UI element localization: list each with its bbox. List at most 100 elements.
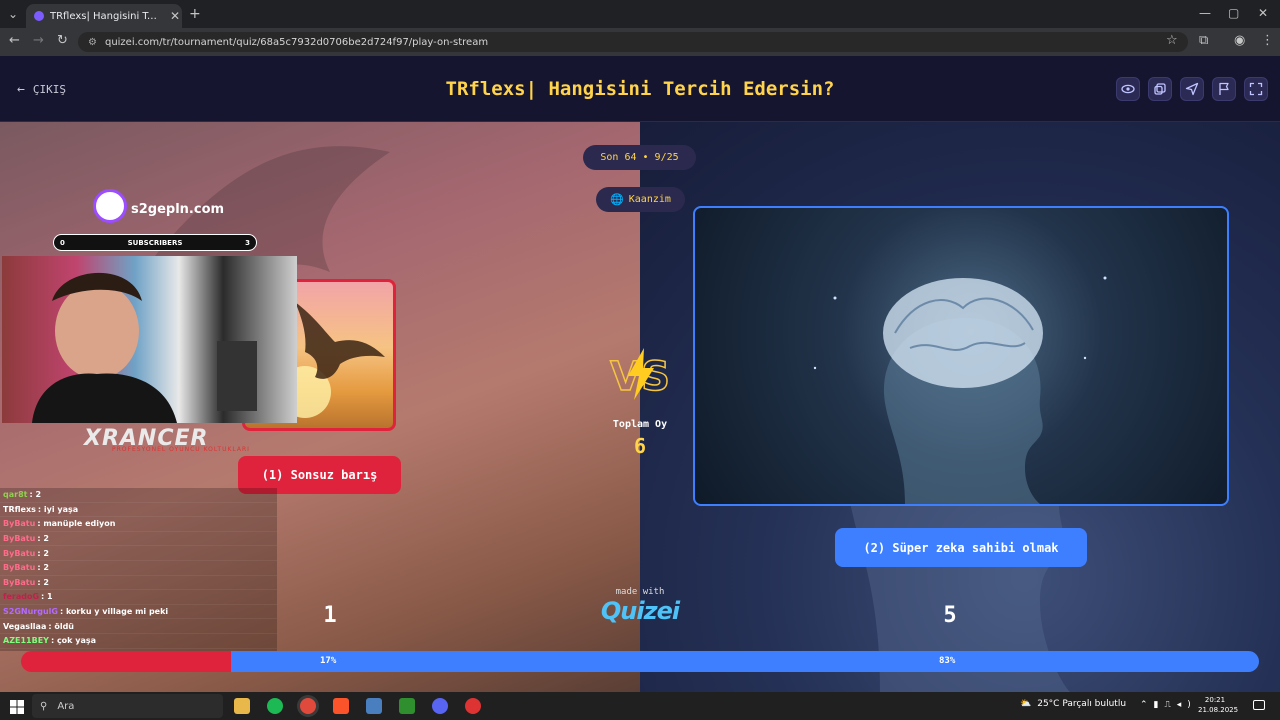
notifications-icon[interactable] <box>1253 700 1265 710</box>
vs-lightning-icon: VS <box>609 348 671 401</box>
vote-share-bar <box>21 651 1259 672</box>
vs-badge: VS <box>608 346 672 402</box>
maximize-icon[interactable]: ▢ <box>1228 6 1239 20</box>
chat-username: feradoG <box>3 592 40 602</box>
extensions-icon[interactable]: ⧉ <box>1199 33 1208 48</box>
site-info-icon[interactable]: ⚙ <box>88 37 97 48</box>
chat-message: ByBatu: manüple ediyon <box>0 517 277 532</box>
tab-title: TRflexs| Hangisini Tercih Edersin? <box>50 10 162 22</box>
browser-menu-icon[interactable]: ⋮ <box>1261 33 1274 48</box>
copy-button[interactable] <box>1148 77 1172 101</box>
brave-icon[interactable] <box>333 698 349 714</box>
chat-username: qar8t <box>3 490 28 500</box>
search-placeholder: Ara <box>57 700 75 712</box>
report-button[interactable] <box>1212 77 1236 101</box>
chat-username: ByBatu <box>3 519 36 529</box>
share-button[interactable] <box>1180 77 1204 101</box>
subs-right: 3 <box>245 238 250 247</box>
option-1-votes: 1 <box>323 603 337 628</box>
bookmark-star-icon[interactable]: ☆ <box>1166 33 1178 48</box>
current-user-name: Kaanzim <box>628 194 671 205</box>
current-user-badge: 🌐 Kaanzim <box>596 187 685 212</box>
forward-icon[interactable]: → <box>33 33 44 48</box>
quizei-logo: Quizei <box>600 597 680 625</box>
option-2-percent: 83% <box>939 656 956 666</box>
stream-chat: qar8t: 2 TRflexs: iyi yaşa ByBatu: manüple… <box>0 488 277 651</box>
search-icon: ⚲ <box>40 700 48 712</box>
minimize-icon[interactable]: — <box>1199 6 1211 20</box>
flag-icon <box>1219 82 1229 95</box>
weather-widget[interactable]: ⛅ 25°C Parçalı bulutlu <box>1020 699 1126 709</box>
clock-date: 21.08.2025 <box>1198 706 1239 714</box>
obs-icon[interactable] <box>465 698 481 714</box>
option-2-button[interactable]: (2) Süper zeka sahibi olmak <box>835 528 1087 567</box>
weather-icon: ⛅ <box>1020 699 1032 709</box>
option-2-votes: 5 <box>943 603 957 628</box>
chat-message: ByBatu: 2 <box>0 576 277 591</box>
address-bar[interactable]: ⚙ quizei.com/tr/tournament/quiz/68a5c793… <box>78 32 1188 52</box>
spotify-icon[interactable] <box>267 698 283 714</box>
chat-username: ByBatu <box>3 563 36 573</box>
brain-image-icon <box>813 276 1107 504</box>
chat-text: : iyi yaşa <box>37 504 79 514</box>
chat-message: qar8t: 2 <box>0 488 277 503</box>
chat-text: : 2 <box>29 490 42 500</box>
chat-username: ByBatu <box>3 577 36 587</box>
tab-close-icon[interactable]: ✕ <box>168 9 182 23</box>
globe-icon: 🌐 <box>610 193 624 206</box>
fullscreen-icon <box>1249 82 1263 96</box>
profile-icon[interactable]: ◉ <box>1234 33 1245 48</box>
chat-message: feradoG: 1 <box>0 590 277 605</box>
chat-message: S2GNurgulG: korku y village mi peki <box>0 605 277 620</box>
subs-label: SUBSCRIBERS <box>127 238 183 247</box>
eye-button[interactable] <box>1116 77 1140 101</box>
fullscreen-button[interactable] <box>1244 77 1268 101</box>
tab-list-icon[interactable]: ⌄ <box>8 7 18 21</box>
terminal-icon[interactable] <box>399 698 415 714</box>
chat-username: TRflexs <box>3 504 36 514</box>
clock-time: 20:21 <box>1204 696 1226 704</box>
discord-icon[interactable] <box>432 698 448 714</box>
streamer-silhouette-icon <box>32 272 257 423</box>
chat-text: : 2 <box>37 534 49 544</box>
page-title: TRflexs| Hangisini Tercih Edersin? <box>445 78 835 100</box>
total-votes-value: 6 <box>633 434 647 458</box>
chat-text: : 2 <box>37 563 49 573</box>
chrome-icon[interactable] <box>300 698 316 714</box>
option-2-share-fill <box>231 651 1259 672</box>
back-icon[interactable]: ← <box>9 33 20 48</box>
browser-tab[interactable]: TRflexs| Hangisini Tercih Edersin? ✕ <box>26 4 182 28</box>
reload-icon[interactable]: ↻ <box>57 33 68 48</box>
total-votes-label: Toplam Oy <box>612 419 668 430</box>
chat-username: S2GNurgulG <box>3 607 58 617</box>
window-close-icon[interactable]: ✕ <box>1258 6 1268 20</box>
file-explorer-icon[interactable] <box>234 698 250 714</box>
option-2-image[interactable] <box>693 206 1229 506</box>
chat-text: : 2 <box>37 577 49 587</box>
copy-icon <box>1154 83 1166 95</box>
chat-username: ByBatu <box>3 534 36 544</box>
chat-text: : manüple ediyon <box>37 519 116 529</box>
xrancer-subtitle: PROFESYONEL OYUNCU KOLTUKLARI <box>112 446 250 453</box>
round-indicator: Son 64 • 9/25 <box>583 145 696 170</box>
s2g-logo-icon <box>93 189 127 223</box>
chat-text: : 2 <box>37 548 49 558</box>
option-1-share-fill <box>21 651 232 672</box>
chat-username: Vegasllaa <box>3 621 47 631</box>
chat-message: Vegasllaa: öldü <box>0 619 277 634</box>
chat-message: TRflexs: iyi yaşa <box>0 503 277 518</box>
chat-text: : çok yaşa <box>50 636 97 646</box>
new-tab-icon[interactable]: + <box>189 6 201 22</box>
app-settings-icon[interactable] <box>366 698 382 714</box>
sponsor-site: s2gepln.com <box>131 202 225 217</box>
windows-start-icon[interactable] <box>10 699 24 714</box>
taskbar-search[interactable]: ⚲ Ara <box>32 694 223 718</box>
system-tray[interactable]: ⌃▮⎍◂) <box>1140 700 1197 710</box>
system-clock[interactable]: 20:21 21.08.2025 <box>1198 695 1239 715</box>
weather-text: 25°C Parçalı bulutlu <box>1037 699 1127 709</box>
chat-message: ByBatu: 2 <box>0 546 277 561</box>
chat-message: AZE11BEY: çok yaşa <box>0 634 277 649</box>
made-with-label: made with <box>615 587 665 597</box>
option-1-percent: 17% <box>320 656 337 666</box>
chat-username: ByBatu <box>3 548 36 558</box>
